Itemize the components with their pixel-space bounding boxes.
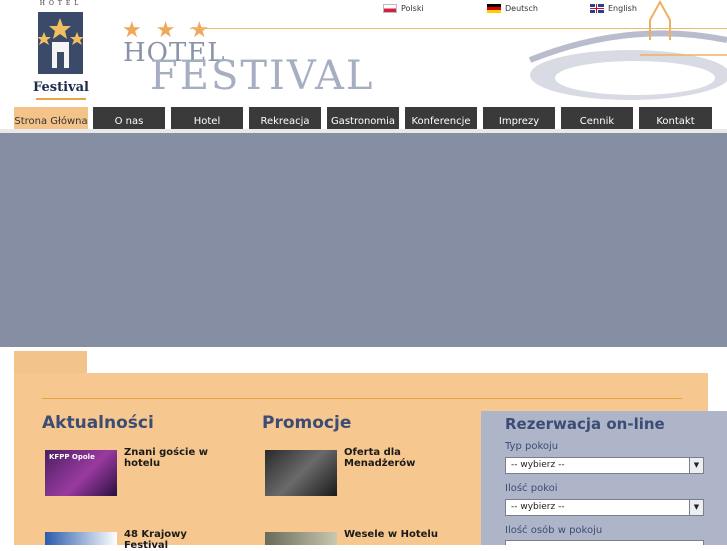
promotion-thumbnail[interactable] [265, 450, 337, 496]
language-label: Polski [401, 4, 424, 13]
hotel-logo[interactable]: HOTEL Festival [30, 0, 92, 104]
nav-item-recreation[interactable]: Rekreacja [249, 107, 321, 129]
language-label: English [608, 4, 637, 13]
nav-item-gastronomy[interactable]: Gastronomia [327, 107, 399, 129]
news-item-link[interactable]: 48 Krajowy Festival [124, 529, 234, 551]
language-german-link[interactable]: Deutsch [487, 4, 538, 13]
logo-hotel-text: HOTEL [39, 0, 83, 7]
logo-underline [36, 98, 86, 100]
nav-item-events[interactable]: Imprezy [483, 107, 555, 129]
promotion-item-link[interactable]: Oferta dla Menadżerów [344, 447, 454, 469]
language-polish-link[interactable]: Polski [383, 4, 424, 13]
nav-item-hotel[interactable]: Hotel [171, 107, 243, 129]
logo-emblem-icon [37, 12, 84, 74]
nav-item-about[interactable]: O nas [93, 107, 165, 129]
nav-item-conferences[interactable]: Konferencje [405, 107, 477, 129]
room-type-value: -- wybierz -- [511, 460, 565, 470]
language-label: Deutsch [505, 4, 538, 13]
chevron-down-icon: ▼ [689, 458, 703, 473]
uk-flag-icon [590, 4, 604, 13]
main-navigation: Strona Główna O nas Hotel Rekreacja Gast… [14, 107, 714, 129]
nav-item-prices[interactable]: Cennik [561, 107, 633, 129]
content-divider [42, 398, 682, 399]
news-thumbnail[interactable] [45, 532, 117, 545]
news-section-title: Aktualności [42, 413, 154, 433]
booking-title: Rezerwacja on-line [505, 415, 665, 433]
news-item-link[interactable]: Znani goście w hotelu [124, 447, 234, 469]
room-count-value: -- wybierz -- [511, 502, 565, 512]
promotion-item-link[interactable]: Wesele w Hotelu [344, 529, 454, 540]
room-count-label: Ilość pokoi [505, 483, 558, 494]
logo-name: Festival [33, 80, 89, 95]
promotion-thumbnail[interactable] [265, 532, 337, 545]
guests-per-room-label: Ilość osób w pokoju [505, 525, 603, 536]
chevron-down-icon: ▼ [689, 500, 703, 515]
room-type-label: Typ pokoju [505, 441, 559, 452]
poland-flag-icon [383, 4, 397, 13]
guests-per-room-select[interactable] [505, 540, 704, 545]
content-tab [14, 351, 87, 373]
news-thumbnail[interactable]: KFPP Opole [45, 450, 117, 496]
thumbnail-caption: KFPP Opole [49, 453, 95, 461]
hero-banner [0, 133, 727, 347]
nav-item-contact[interactable]: Kontakt [639, 107, 712, 129]
nav-item-home[interactable]: Strona Główna [14, 107, 88, 129]
title-festival: FESTIVAL [150, 53, 375, 99]
promotions-section-title: Promocje [262, 413, 352, 433]
building-illustration-icon [528, 0, 727, 100]
language-english-link[interactable]: English [590, 4, 637, 13]
germany-flag-icon [487, 4, 501, 13]
room-type-select[interactable]: -- wybierz -- ▼ [505, 457, 704, 474]
room-count-select[interactable]: -- wybierz -- ▼ [505, 499, 704, 516]
